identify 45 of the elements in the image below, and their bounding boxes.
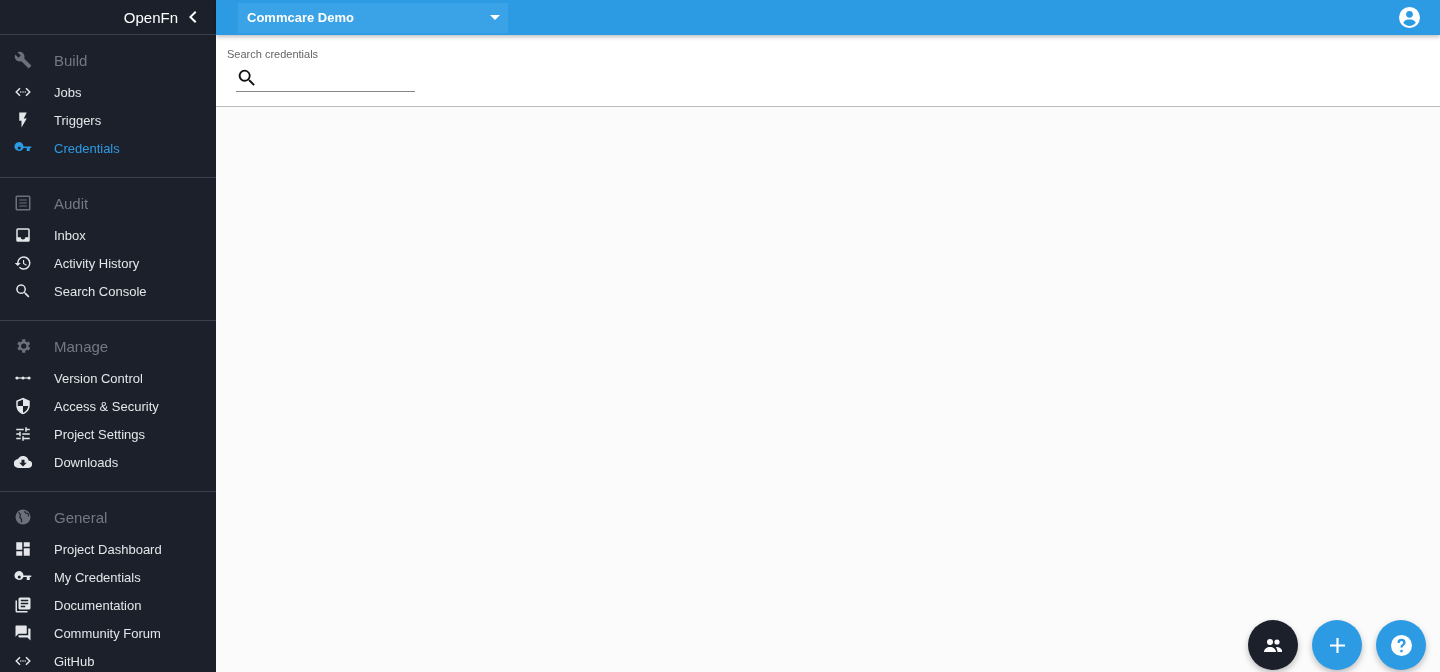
collapse-button[interactable] — [188, 10, 198, 24]
add-button[interactable] — [1312, 620, 1362, 670]
inbox-icon — [14, 226, 32, 244]
chevron-left-icon — [188, 10, 198, 24]
nav-item[interactable]: Inbox — [0, 221, 216, 249]
section-heading: Manage — [54, 337, 109, 355]
globe-icon — [14, 508, 32, 526]
section-heading: Build — [54, 51, 88, 69]
help-button[interactable] — [1376, 620, 1426, 670]
nav-item[interactable]: Community Forum — [0, 619, 216, 647]
section-heading: General — [54, 508, 108, 526]
section-heading: Audit — [54, 194, 89, 212]
nav-item[interactable]: Version Control — [0, 364, 216, 392]
chat-icon — [14, 624, 32, 642]
nav-item[interactable]: Project Dashboard — [0, 535, 216, 563]
search-icon — [14, 282, 32, 300]
nav-item[interactable]: Downloads — [0, 448, 216, 476]
dropdown-caret-icon — [490, 15, 500, 20]
help-icon — [1390, 634, 1412, 656]
people-icon — [1264, 638, 1282, 652]
nav-item[interactable]: Documentation — [0, 591, 216, 619]
app-title: OpenFn — [123, 8, 178, 26]
search-label: Search credentials — [227, 48, 320, 60]
document-icon — [14, 596, 32, 614]
nav-item[interactable]: Project Settings — [0, 420, 216, 448]
sliders-icon — [14, 425, 32, 443]
nav-item[interactable]: My Credentials — [0, 563, 216, 591]
cloud-download-icon — [14, 453, 32, 471]
dashboard-icon — [14, 540, 32, 558]
history-icon — [14, 254, 32, 272]
nav-item[interactable]: Triggers — [0, 106, 216, 134]
list-icon — [14, 194, 32, 212]
nav-item[interactable]: Jobs — [0, 78, 216, 106]
plus-icon — [1329, 637, 1345, 653]
account-button[interactable] — [1399, 7, 1420, 28]
people-button[interactable] — [1248, 620, 1298, 670]
wrench-icon — [14, 51, 32, 69]
shield-icon — [14, 397, 32, 415]
nav-item[interactable]: Access & Security — [0, 392, 216, 420]
dots-line-icon — [14, 376, 32, 380]
nav-item[interactable]: Search Console — [0, 277, 216, 305]
nav-item[interactable]: Activity History — [0, 249, 216, 277]
account-icon — [1399, 7, 1420, 28]
nav-item[interactable]: GitHub — [0, 647, 216, 672]
nav-item[interactable]: Credentials — [0, 134, 216, 162]
